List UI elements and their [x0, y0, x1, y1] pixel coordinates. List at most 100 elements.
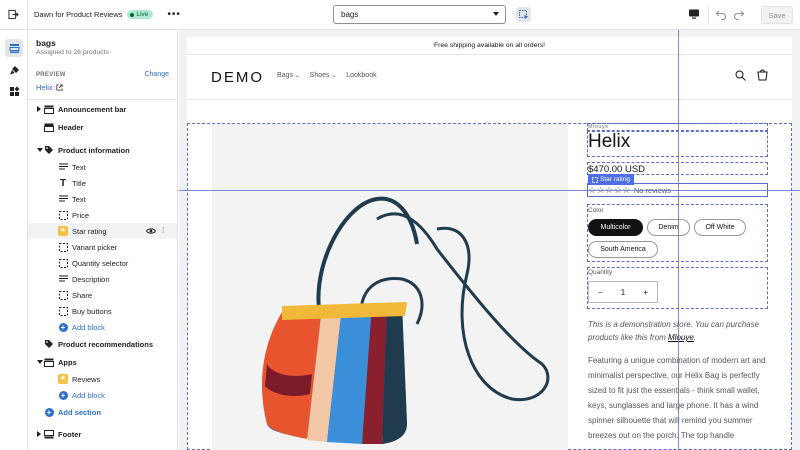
- plus-icon: +: [58, 322, 68, 332]
- exit-button[interactable]: [0, 0, 28, 30]
- block-icon: [58, 210, 68, 220]
- sidebar-divider: [28, 99, 177, 100]
- rail-apps-button[interactable]: [5, 82, 23, 100]
- section-icon: [44, 429, 54, 439]
- change-preview-link[interactable]: Change: [144, 71, 169, 78]
- block-title[interactable]: T Title: [28, 175, 177, 191]
- caret-right-icon: [37, 431, 41, 437]
- nav-lookbook[interactable]: Lookbook: [346, 72, 376, 79]
- horizontal-guide-line: [179, 190, 800, 191]
- quantity-minus-button[interactable]: −: [589, 288, 612, 297]
- vendor-link[interactable]: Mlouye: [668, 333, 694, 342]
- external-link-icon: [56, 84, 63, 91]
- block-description[interactable]: Description: [28, 271, 177, 287]
- block-icon: [592, 176, 598, 183]
- live-badge: Live: [127, 10, 154, 19]
- quantity-stepper: − 1 +: [588, 281, 658, 303]
- block-icon: [58, 290, 68, 300]
- cart-icon: [757, 69, 768, 81]
- color-option-denim[interactable]: Denim: [647, 219, 690, 236]
- rail-theme-settings-button[interactable]: [5, 61, 23, 79]
- star-app-icon: ★: [58, 226, 68, 236]
- redo-icon: [734, 10, 745, 21]
- inspector-icon: [518, 9, 528, 19]
- icon-rail: [0, 30, 28, 450]
- store-logo[interactable]: DEMO: [211, 69, 264, 86]
- more-actions-button[interactable]: •••: [167, 9, 181, 20]
- block-icon: [58, 306, 68, 316]
- section-icon: [44, 104, 54, 114]
- exit-icon: [8, 9, 19, 20]
- block-reviews[interactable]: ★ Reviews: [28, 371, 177, 387]
- save-button[interactable]: Save: [761, 6, 793, 24]
- store-nav: Bags Shoes Lookbook: [277, 72, 377, 79]
- block-buy-buttons[interactable]: Buy buttons: [28, 303, 177, 319]
- caret-right-icon: [37, 106, 41, 112]
- quantity-plus-button[interactable]: +: [634, 288, 657, 297]
- preview-product-link[interactable]: Helix: [36, 83, 63, 92]
- text-icon: [58, 194, 68, 204]
- star-rating-tag[interactable]: Star rating: [588, 174, 634, 185]
- vertical-guide-line: [678, 30, 679, 450]
- product-vendor: Mlouye: [588, 124, 609, 130]
- template-select[interactable]: bags: [333, 5, 506, 24]
- section-product-recommendations[interactable]: Product recommendations: [28, 336, 177, 352]
- demo-store-notice: This is a demonstration store. You can p…: [588, 320, 760, 342]
- section-icon: [44, 357, 54, 367]
- search-button[interactable]: [735, 70, 746, 83]
- star-app-icon: ★: [58, 374, 68, 384]
- color-option-off-white[interactable]: Off White: [694, 219, 746, 236]
- add-block-button[interactable]: + Add block: [28, 319, 177, 335]
- template-title: bags: [36, 38, 56, 48]
- block-share[interactable]: Share: [28, 287, 177, 303]
- product-image[interactable]: [212, 124, 568, 450]
- preview-canvas: Free shipping available on all orders! D…: [179, 30, 800, 450]
- eye-icon[interactable]: [145, 227, 157, 237]
- drag-handle-icon[interactable]: ⁞: [162, 226, 164, 235]
- block-variant-picker[interactable]: Variant picker: [28, 239, 177, 255]
- block-price[interactable]: Price: [28, 207, 177, 223]
- text-icon: [58, 274, 68, 284]
- product-title: Helix: [588, 131, 631, 152]
- store-preview[interactable]: Free shipping available on all orders! D…: [187, 37, 792, 450]
- template-subtitle: Assigned to 26 products: [36, 49, 109, 56]
- add-app-block-button[interactable]: + Add block: [28, 387, 177, 403]
- section-product-information[interactable]: Product information: [28, 142, 177, 158]
- quantity-input[interactable]: 1: [612, 288, 635, 297]
- section-header[interactable]: Header: [28, 119, 177, 135]
- sidebar: bags Assigned to 26 products PREVIEW Cha…: [28, 30, 178, 450]
- block-text[interactable]: Text: [28, 191, 177, 207]
- add-section-button[interactable]: + Add section: [28, 404, 177, 420]
- tag-icon: [44, 339, 54, 349]
- toolbar-divider: [708, 7, 709, 23]
- undo-button[interactable]: [715, 8, 727, 22]
- nav-shoes[interactable]: Shoes: [310, 72, 337, 79]
- title-icon: T: [59, 177, 67, 189]
- block-star-rating[interactable]: ★ Star rating ⁞: [28, 223, 177, 239]
- section-apps[interactable]: Apps: [28, 354, 177, 370]
- block-quantity-selector[interactable]: Quantity selector: [28, 255, 177, 271]
- rail-sections-button[interactable]: [5, 39, 23, 57]
- undo-icon: [715, 10, 726, 21]
- block-icon: [58, 242, 68, 252]
- color-option-south-america[interactable]: South America: [588, 241, 658, 258]
- chevron-down-icon: [493, 12, 499, 16]
- color-label: Color: [588, 207, 604, 214]
- nav-bags[interactable]: Bags: [277, 72, 300, 79]
- section-icon: [44, 122, 54, 132]
- text-icon: [58, 162, 68, 172]
- color-option-multicolor[interactable]: Multicolor: [588, 219, 643, 236]
- bag-image-icon: [262, 196, 550, 444]
- section-announcement-bar[interactable]: Announcement bar: [28, 101, 177, 117]
- sections-icon: [9, 43, 19, 53]
- cart-button[interactable]: [757, 69, 768, 83]
- device-preview-button[interactable]: [688, 8, 700, 22]
- header-divider: [187, 99, 792, 100]
- block-text[interactable]: Text: [28, 159, 177, 175]
- block-icon: [58, 258, 68, 268]
- inspector-toggle-button[interactable]: [516, 7, 531, 22]
- product-description: Featuring a unique combination of modern…: [588, 356, 766, 440]
- redo-button[interactable]: [733, 8, 745, 22]
- caret-down-icon: [37, 148, 43, 152]
- section-footer[interactable]: Footer: [28, 426, 177, 442]
